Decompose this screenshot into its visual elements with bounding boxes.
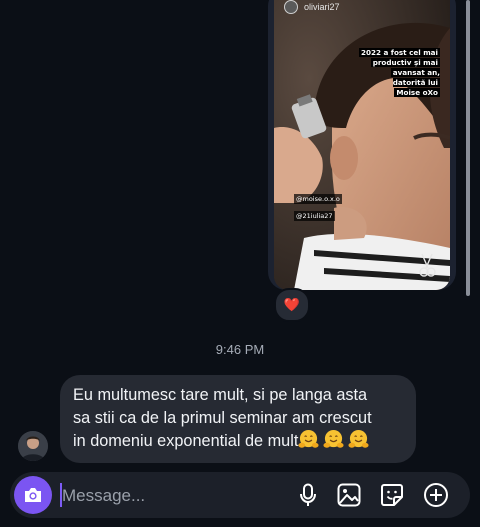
heart-icon: ❤️ <box>283 297 301 312</box>
plus-icon <box>424 483 448 507</box>
story-mention-tag[interactable]: @moise.o.x.o <box>294 194 342 204</box>
message-bubble[interactable]: Eu multumesc tare mult, si pe langa asta… <box>60 375 416 463</box>
camera-icon <box>25 488 41 502</box>
story-photo: oliviari27 2022 a fost cel mai productiv… <box>274 0 450 290</box>
message-line: in domeniu exponential de mult <box>73 432 299 450</box>
message-composer <box>10 472 470 518</box>
microphone-icon <box>300 483 316 506</box>
gallery-icon <box>337 483 361 507</box>
voice-message-button[interactable] <box>295 482 321 508</box>
emoji-group <box>298 429 369 450</box>
gallery-button[interactable] <box>336 482 362 508</box>
sender-avatar-icon <box>18 431 48 461</box>
haircut-photo <box>274 0 450 290</box>
message-timestamp: 9:46 PM <box>215 342 265 357</box>
message-line: sa stii ca de la primul seminar am cresc… <box>73 408 372 427</box>
hugging-face-emoji-icon <box>348 429 369 448</box>
message-input[interactable] <box>60 482 284 510</box>
scrollbar[interactable] <box>466 0 470 296</box>
scissors-sticker-icon <box>419 253 436 277</box>
story-mention-tag[interactable]: @21iulia27 <box>294 211 335 221</box>
heart-reaction[interactable]: ❤️ <box>274 288 310 322</box>
text-caret <box>60 483 62 507</box>
message-line: Eu multumesc tare mult, si pe langa asta <box>73 386 368 404</box>
more-options-button[interactable] <box>423 482 449 508</box>
chat-screen: oliviari27 2022 a fost cel mai productiv… <box>0 0 480 527</box>
avatar[interactable] <box>18 431 48 461</box>
hugging-face-emoji-icon <box>323 429 344 448</box>
sticker-button[interactable] <box>379 482 405 508</box>
story-caption-line: 2022 a fost cel mai <box>358 48 440 57</box>
story-author-avatar <box>284 0 298 14</box>
story-caption: 2022 a fost cel mai productiv și mai ava… <box>358 48 440 98</box>
incoming-message-row: Eu multumesc tare mult, si pe langa asta… <box>0 372 480 464</box>
camera-button[interactable] <box>14 476 52 514</box>
story-header: oliviari27 <box>284 0 340 14</box>
shared-story-card[interactable]: oliviari27 2022 a fost cel mai productiv… <box>268 0 456 290</box>
story-caption-line: productiv și mai <box>370 58 440 67</box>
message-last-line: in domeniu exponential de mult <box>73 429 403 453</box>
story-caption-line: avansat an, datorită lui <box>390 68 440 87</box>
sticker-icon <box>381 484 403 506</box>
story-username: oliviari27 <box>304 2 340 12</box>
hugging-face-emoji-icon <box>298 429 319 448</box>
story-caption-line: Moise oXo <box>394 88 440 97</box>
